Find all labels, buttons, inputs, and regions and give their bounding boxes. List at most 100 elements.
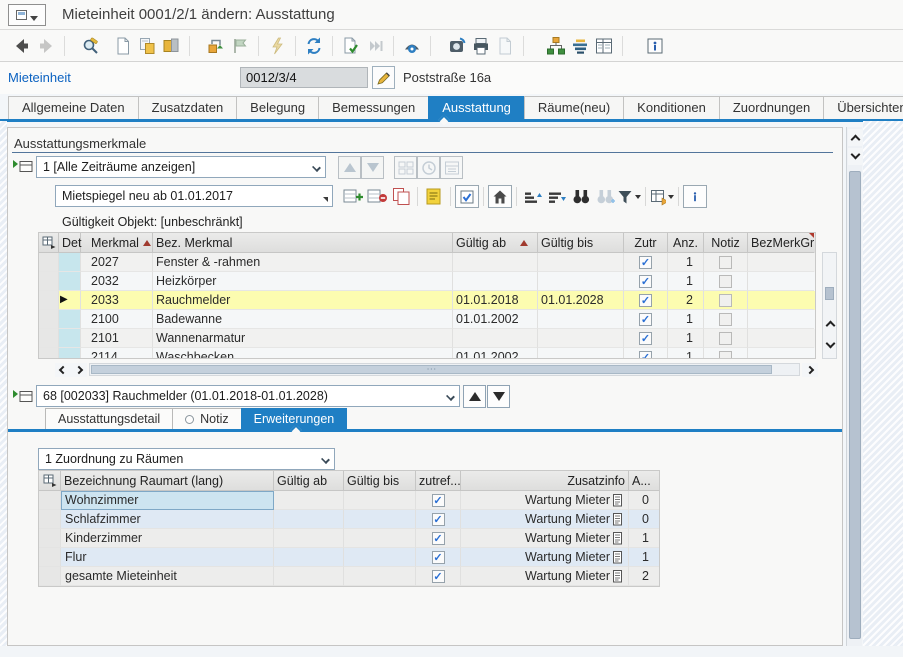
copy-row-icon[interactable] xyxy=(389,185,413,208)
table-row[interactable]: 2101Wannenarmatur1 xyxy=(39,329,815,348)
raumart-cell[interactable]: Flur xyxy=(61,548,274,567)
scroll-left-icon[interactable] xyxy=(55,363,71,377)
table-row[interactable]: WohnzimmerWartung Mieter0 xyxy=(39,491,659,510)
summarize-icon[interactable] xyxy=(568,34,592,58)
scroll-down-icon[interactable] xyxy=(823,337,837,353)
col-header-merkmal[interactable]: Merkmal xyxy=(81,233,153,253)
document-gray-icon[interactable] xyxy=(493,34,517,58)
table-row[interactable]: FlurWartung Mieter1 xyxy=(39,548,659,567)
table-row[interactable]: 2100Badewanne01.01.20021 xyxy=(39,310,815,329)
sort-descending-icon[interactable] xyxy=(545,185,569,208)
col-header-gueltig-ab[interactable]: Gültig ab xyxy=(274,471,344,491)
assignment-select[interactable]: 1 Zuordnung zu Räumen xyxy=(38,448,335,470)
zutr-checkbox[interactable] xyxy=(639,294,652,307)
zusatzinfo-cell[interactable]: Wartung Mieter xyxy=(461,567,629,586)
row-up-button-disabled[interactable] xyxy=(338,156,361,179)
tab-zuordnungen[interactable]: Zuordnungen xyxy=(719,96,824,119)
delete-row-icon[interactable] xyxy=(365,185,389,208)
det-cell[interactable] xyxy=(59,329,81,348)
zusatzinfo-doc-icon[interactable] xyxy=(613,494,624,507)
mietspiegel-select[interactable]: Mietspiegel neu ab 01.01.2017 xyxy=(55,185,333,207)
det-cell[interactable] xyxy=(59,310,81,329)
zutr-checkbox[interactable] xyxy=(639,332,652,345)
period-select[interactable]: 1 [Alle Zeiträume anzeigen] xyxy=(36,156,326,178)
detail-view-icon-disabled[interactable] xyxy=(440,156,463,179)
table-row[interactable]: 2114Waschbecken01.01.20021 xyxy=(39,348,815,359)
table-row[interactable]: KinderzimmerWartung Mieter1 xyxy=(39,529,659,548)
system-menu-button[interactable] xyxy=(8,4,46,26)
notiz-checkbox[interactable] xyxy=(719,275,732,288)
hierarchy-folder-icon[interactable] xyxy=(12,387,34,407)
hierarchy-folder-icon[interactable] xyxy=(12,157,34,177)
print-icon[interactable] xyxy=(469,34,493,58)
det-cell[interactable] xyxy=(59,272,81,291)
table-row[interactable]: 2027Fenster & -rahmen1 xyxy=(39,253,815,272)
tab-r-ume-neu-[interactable]: Räume(neu) xyxy=(524,96,624,119)
detail-tab-ausstattungsdetail[interactable]: Ausstattungsdetail xyxy=(45,408,173,429)
activate-icon[interactable] xyxy=(265,34,289,58)
vscroll-thumb[interactable] xyxy=(825,287,834,300)
zutref-checkbox[interactable] xyxy=(432,513,445,526)
zusatzinfo-cell[interactable]: Wartung Mieter xyxy=(461,510,629,529)
zusatzinfo-doc-icon[interactable] xyxy=(613,570,624,583)
row-down-button-disabled[interactable] xyxy=(361,156,384,179)
sort-ascending-icon[interactable] xyxy=(521,185,545,208)
table-corner-selector[interactable] xyxy=(39,233,59,253)
rotate-view-icon[interactable] xyxy=(445,34,469,58)
row-selector[interactable] xyxy=(39,310,59,329)
col-header-zutr[interactable]: Zutr xyxy=(624,233,668,253)
tab--bersichten[interactable]: Übersichten xyxy=(823,96,903,119)
copy-structure-icon[interactable] xyxy=(135,34,159,58)
det-cell[interactable] xyxy=(59,253,81,272)
grid-view-icon-disabled[interactable] xyxy=(394,156,417,179)
clock-view-icon-disabled[interactable] xyxy=(417,156,440,179)
row-selector[interactable] xyxy=(39,491,61,510)
table-settings-icon[interactable] xyxy=(592,34,616,58)
filter-icon[interactable] xyxy=(617,185,641,208)
zutref-checkbox[interactable] xyxy=(432,551,445,564)
house-icon[interactable] xyxy=(488,185,512,208)
hscroll-thumb[interactable]: ⋯ xyxy=(91,365,772,374)
notiz-checkbox[interactable] xyxy=(719,294,732,307)
zutr-checkbox[interactable] xyxy=(639,313,652,326)
zutref-checkbox[interactable] xyxy=(432,570,445,583)
scroll-right-icon[interactable] xyxy=(71,363,87,377)
scroll-right-end-icon[interactable] xyxy=(802,363,818,377)
col-header-raumart[interactable]: Bezeichnung Raumart (lang) xyxy=(61,471,274,491)
hold-icon[interactable] xyxy=(159,34,183,58)
zusatzinfo-cell[interactable]: Wartung Mieter xyxy=(461,548,629,567)
row-selector[interactable] xyxy=(39,548,61,567)
col-header-bezmerkgrp[interactable]: BezMerkGrp xyxy=(748,233,814,253)
raumart-cell[interactable]: gesamte Mieteinheit xyxy=(61,567,274,586)
zusatzinfo-doc-icon[interactable] xyxy=(613,532,624,545)
select-checkbox-icon[interactable] xyxy=(455,185,479,208)
info-small-icon[interactable] xyxy=(683,185,707,208)
features-table-hscrollbar[interactable]: ⋯ xyxy=(38,362,818,377)
col-header-gueltig-bis[interactable]: Gültig bis xyxy=(344,471,416,491)
det-cell[interactable]: ▶ xyxy=(59,291,81,310)
col-header-bez-merkmal[interactable]: Bez. Merkmal xyxy=(153,233,453,253)
find-icon[interactable] xyxy=(79,34,103,58)
page-scroll-up-icon[interactable] xyxy=(848,129,862,146)
find-next-icon-disabled[interactable] xyxy=(593,185,617,208)
previous-item-button[interactable] xyxy=(463,385,486,408)
table-row[interactable]: gesamte MieteinheitWartung Mieter2 xyxy=(39,567,659,586)
zusatzinfo-cell[interactable]: Wartung Mieter xyxy=(461,529,629,548)
table-corner-selector[interactable] xyxy=(39,471,61,491)
zutr-checkbox[interactable] xyxy=(639,275,652,288)
zutr-checkbox[interactable] xyxy=(639,256,652,269)
verify-document-icon[interactable] xyxy=(339,34,363,58)
row-selector[interactable] xyxy=(39,272,59,291)
raumart-cell[interactable]: Schlafzimmer xyxy=(61,510,274,529)
feature-item-select[interactable]: 68 [002033] Rauchmelder (01.01.2018-01.0… xyxy=(36,385,460,407)
row-selector[interactable] xyxy=(39,329,59,348)
page-vscrollbar[interactable] xyxy=(846,127,862,657)
back-icon[interactable] xyxy=(10,34,34,58)
skip-icon[interactable] xyxy=(363,34,387,58)
customize-icon[interactable] xyxy=(400,34,424,58)
tab-bemessungen[interactable]: Bemessungen xyxy=(318,96,429,119)
find-binoculars-icon[interactable] xyxy=(569,185,593,208)
notiz-checkbox[interactable] xyxy=(719,351,732,360)
col-header-gueltig-bis[interactable]: Gültig bis xyxy=(538,233,624,253)
insert-row-icon[interactable] xyxy=(341,185,365,208)
